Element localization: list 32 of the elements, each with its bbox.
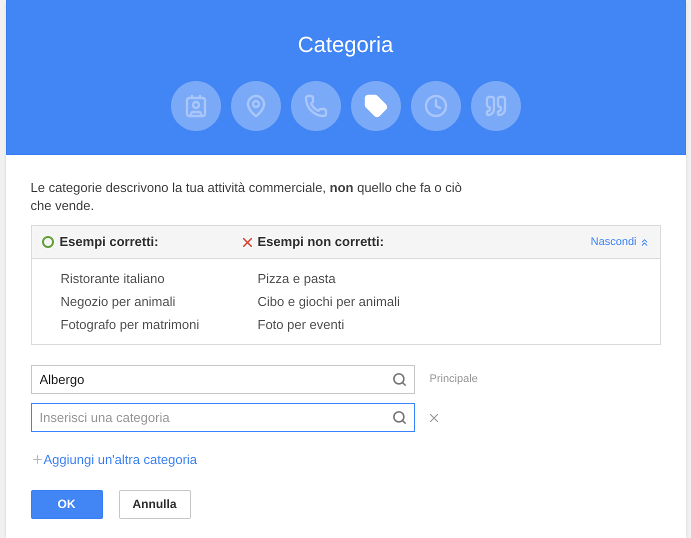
bad-examples-heading: Esempi non corretti: bbox=[240, 232, 384, 252]
cancel-button[interactable]: Annulla bbox=[118, 490, 190, 518]
good-example: Negozio per animali bbox=[60, 293, 176, 311]
chevron-up-icon bbox=[638, 236, 650, 248]
quote-icon bbox=[484, 94, 508, 118]
phone-icon bbox=[304, 94, 328, 118]
primary-label: Principale bbox=[430, 372, 478, 388]
plus-icon bbox=[30, 453, 44, 466]
step-button[interactable] bbox=[410, 81, 460, 131]
contact-card-icon bbox=[184, 94, 208, 118]
step-button[interactable] bbox=[470, 81, 520, 131]
category-field[interactable]: Albergo bbox=[30, 365, 414, 394]
ok-button[interactable]: OK bbox=[30, 490, 102, 518]
step-button[interactable] bbox=[170, 81, 220, 131]
good-examples-heading: Esempi corretti: bbox=[42, 232, 240, 252]
category-field[interactable]: Inserisci una categoria bbox=[30, 403, 414, 432]
step-button[interactable] bbox=[290, 81, 340, 131]
tag-icon bbox=[364, 94, 388, 118]
hide-link[interactable]: Nascondi bbox=[590, 234, 650, 250]
good-example: Ristorante italiano bbox=[60, 270, 166, 288]
search-icon bbox=[392, 410, 406, 425]
bad-example: Foto per eventi bbox=[258, 316, 346, 334]
step-button[interactable] bbox=[230, 81, 280, 131]
add-category-link[interactable]: Aggiungi un'altra categoria bbox=[44, 450, 198, 470]
search-icon bbox=[392, 372, 406, 387]
good-example: Fotografo per matrimoni bbox=[60, 316, 200, 334]
dialog-title: Categoria bbox=[298, 31, 394, 59]
bad-example: Cibo e giochi per animali bbox=[258, 293, 400, 311]
clock-icon bbox=[424, 94, 448, 118]
step-button[interactable] bbox=[350, 81, 400, 131]
intro-text: Le categorie descrivono la tua attività commerciale, non quello che fa o ciò che vende. bbox=[30, 179, 463, 215]
bad-example: Pizza e pasta bbox=[258, 270, 337, 288]
